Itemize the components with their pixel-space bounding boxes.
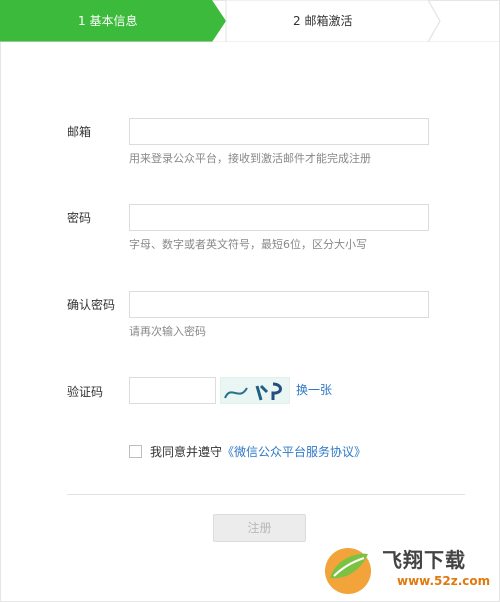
captcha-input[interactable] — [129, 377, 216, 404]
captcha-label: 验证码 — [67, 385, 104, 399]
agreement-link[interactable]: 《微信公众平台服务协议》 — [222, 445, 366, 459]
confirm-password-hint: 请再次输入密码 — [129, 325, 206, 338]
email-label: 邮箱 — [67, 125, 92, 139]
watermark-url: www.52z.com — [397, 574, 491, 588]
password-hint: 字母、数字或者英文符号，最短6位，区分大小写 — [129, 238, 367, 251]
agreement-prefix: 我同意并遵守 — [150, 445, 223, 459]
agreement-text: 我同意并遵守《微信公众平台服务协议》 — [150, 444, 366, 460]
divider — [67, 494, 465, 495]
email-hint: 用来登录公众平台，接收到激活邮件才能完成注册 — [129, 152, 371, 165]
watermark-brand: 飞翔下载 — [382, 548, 466, 572]
captcha-image[interactable] — [220, 377, 290, 404]
captcha-glyphs — [224, 382, 282, 401]
captcha-refresh-link[interactable]: 换一张 — [296, 382, 332, 398]
step-progress-bar: 1 基本信息 2 邮箱激活 — [0, 0, 500, 42]
password-label: 密码 — [67, 211, 92, 225]
agreement-checkbox[interactable] — [129, 445, 142, 458]
password-field[interactable] — [129, 204, 429, 231]
steps-background — [0, 0, 500, 42]
register-button[interactable]: 注册 — [213, 514, 306, 542]
confirm-password-field[interactable] — [129, 291, 429, 318]
step-1-basic-info: 1 基本信息 — [78, 14, 138, 28]
email-field[interactable] — [129, 118, 429, 145]
confirm-password-label: 确认密码 — [67, 298, 116, 312]
site-logo-icon — [325, 548, 371, 594]
step-2-email-activation: 2 邮箱激活 — [293, 14, 353, 28]
